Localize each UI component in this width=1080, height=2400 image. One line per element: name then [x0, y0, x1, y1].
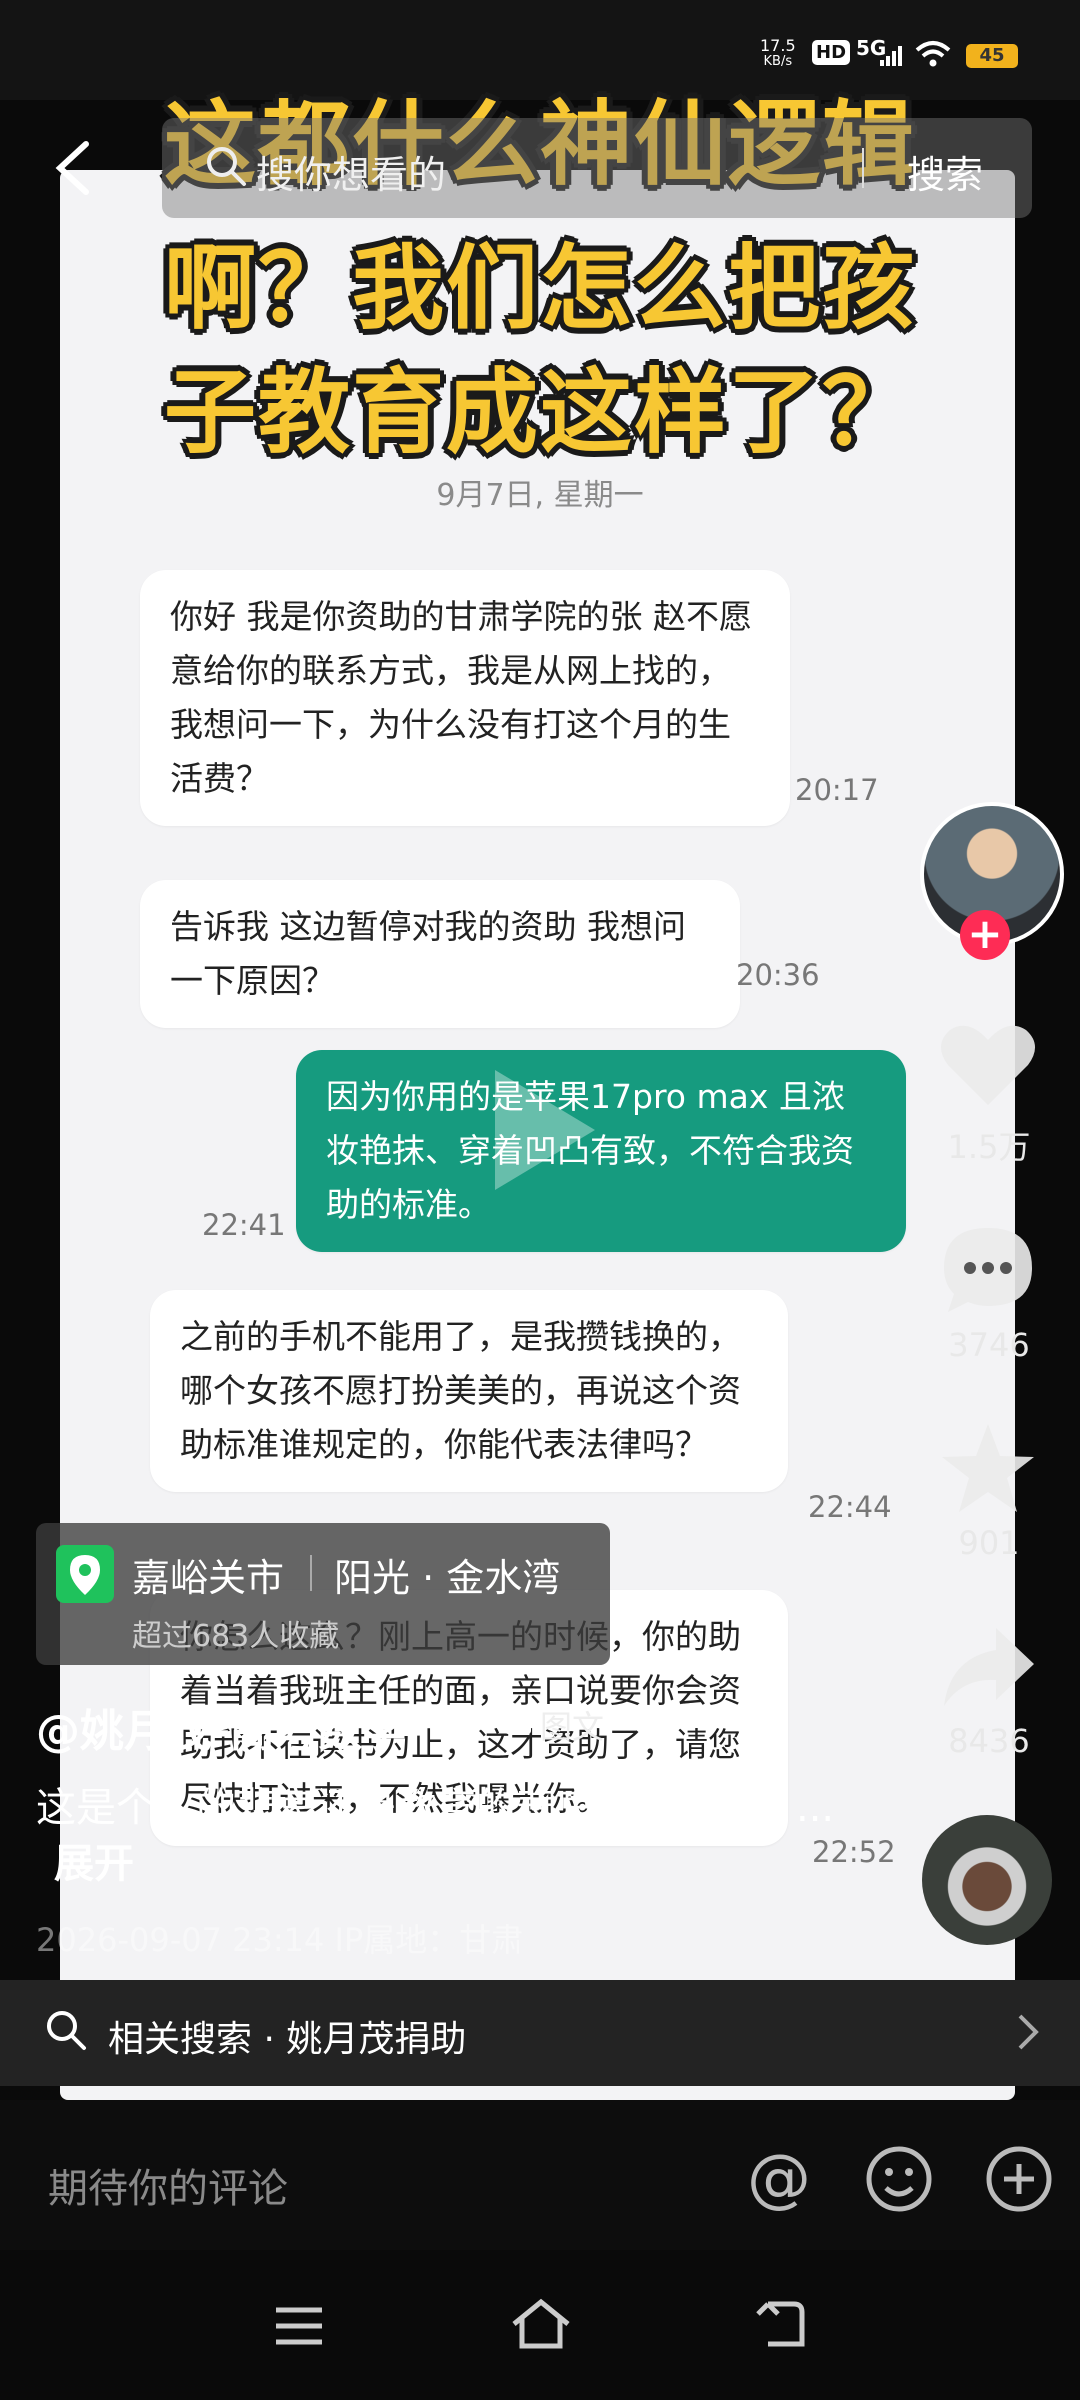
network-speed: 17.5 KB/s	[760, 38, 796, 70]
post-meta: 2026-09-07 23:14 IP属地：甘肃	[36, 1921, 524, 1959]
svg-text:@: @	[747, 2144, 811, 2214]
overlay-title-line2: 啊？我们怎么把孩	[163, 235, 916, 342]
menu-icon[interactable]	[274, 2306, 324, 2350]
chat-bubble-1: 你好 我是你资助的甘肃学院的张 赵不愿意给你的联系方式，我是从网上找的，我想问一…	[140, 570, 790, 826]
chat-time-2: 20:36	[736, 958, 820, 992]
chat-date: 9月7日, 星期一	[436, 478, 644, 513]
caption-text: 这是个人的悲哀还是教育的悲哀，亦或是？...	[36, 1785, 835, 1831]
search-icon	[204, 144, 248, 192]
chat-time-4: 22:44	[808, 1490, 892, 1524]
net-speed-unit: KB/s	[763, 54, 793, 69]
chat-time-1: 20:17	[795, 773, 879, 807]
play-icon[interactable]	[455, 1050, 615, 1214]
search-divider	[862, 148, 864, 188]
author-name[interactable]: @姚月茂-高考数学	[36, 1695, 406, 1759]
comment-icon[interactable]	[938, 1222, 1038, 1322]
chat-time-3: 22:41	[202, 1208, 286, 1242]
comment-count: 3746	[948, 1326, 1030, 1364]
chat-bubble-2: 告诉我 这边暂停对我的资助 我想问一下原因？	[140, 880, 740, 1028]
system-nav-bar	[0, 2250, 1080, 2400]
favorite-count: 901	[958, 1524, 1020, 1562]
share-count: 8436	[948, 1722, 1030, 1760]
favorite-star-icon[interactable]	[938, 1420, 1038, 1520]
search-bar[interactable]: 搜你想看的 搜索	[162, 118, 1032, 218]
location-pin-icon	[56, 1545, 114, 1603]
expand-link[interactable]: 展开	[54, 1841, 134, 1887]
related-search-label: 相关搜索 · 姚月茂捐助	[108, 2019, 467, 2060]
back-nav-icon[interactable]	[754, 2300, 806, 2352]
back-icon[interactable]	[50, 138, 94, 202]
like-heart-icon[interactable]	[938, 1020, 1038, 1114]
net-speed-value: 17.5	[760, 36, 796, 55]
overlay-title-line3: 子教育成这样了？	[163, 359, 916, 466]
image-text-icon	[505, 1708, 531, 1734]
search-button[interactable]: 搜索	[907, 144, 983, 199]
hd-badge: HD	[812, 40, 851, 65]
related-search-icon	[44, 2008, 88, 2056]
follow-plus-icon[interactable]: +	[960, 910, 1010, 960]
related-search-bar[interactable]: 相关搜索 · 姚月茂捐助	[0, 1980, 1080, 2086]
location-sub: 超过683人收藏	[132, 1619, 340, 1654]
comment-input[interactable]: 期待你的评论	[48, 2156, 288, 2214]
location-card[interactable]: 嘉峪关市 阳光 · 金水湾 超过683人收藏	[36, 1523, 610, 1665]
location-city: 嘉峪关市	[132, 1556, 285, 1600]
location-place: 阳光 · 金水湾	[334, 1556, 561, 1600]
music-disc-icon[interactable]	[922, 1815, 1052, 1945]
chat-bubble-4: 之前的手机不能用了，是我攒钱换的，哪个女孩不愿打扮美美的，再说这个资助标准谁规定…	[150, 1290, 788, 1492]
mention-at-icon[interactable]: @	[744, 2142, 814, 2218]
battery-icon: 45	[966, 44, 1018, 68]
home-icon[interactable]	[510, 2298, 572, 2354]
emoji-icon[interactable]	[864, 2144, 934, 2218]
chevron-right-icon	[1016, 2010, 1040, 2058]
post-type-tag: 图文	[540, 1708, 605, 1746]
add-plus-icon[interactable]	[984, 2144, 1054, 2218]
post-caption: 这是个人的悲哀还是教育的悲哀，亦或是？... 展开	[36, 1780, 836, 1892]
share-arrow-icon[interactable]	[938, 1622, 1038, 1716]
comment-bar[interactable]: 期待你的评论 @	[0, 2100, 1080, 2250]
like-count: 1.5万	[947, 1128, 1031, 1166]
location-divider	[310, 1555, 312, 1591]
search-input[interactable]: 搜你想看的	[256, 144, 446, 199]
